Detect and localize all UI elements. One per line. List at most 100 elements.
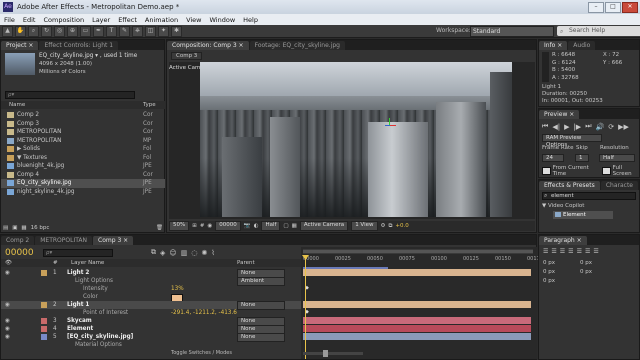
tab-character[interactable]: Characte [600, 181, 638, 190]
property-value[interactable]: 13% [171, 285, 184, 293]
close-button[interactable]: ✕ [622, 2, 638, 13]
eraser-tool-icon[interactable]: ◫ [145, 25, 156, 37]
justify-center-icon[interactable]: ☰ [577, 248, 582, 255]
align-right-icon[interactable]: ☰ [560, 248, 565, 255]
tab-comp-2[interactable]: Comp 2 [1, 236, 35, 245]
light-gizmo-icon[interactable] [384, 118, 396, 130]
timeline-current-time[interactable]: 00000 [5, 248, 34, 258]
project-item[interactable]: EQ_city_skyline.jpg JPE [1, 179, 165, 188]
views-layout-select[interactable]: 1 View [351, 221, 378, 231]
zoom-tool-icon[interactable]: ⌕ [28, 25, 39, 37]
frame-blending-icon[interactable]: ▥ [181, 249, 188, 257]
next-frame-icon[interactable]: |▶ [573, 123, 581, 131]
preview-resolution-select[interactable]: Half [599, 154, 635, 162]
indent-left-field[interactable]: 0 px [543, 260, 555, 266]
trash-icon[interactable]: 🗑 [156, 225, 163, 231]
interpret-footage-icon[interactable]: ▤ [3, 225, 8, 231]
renderer-icon[interactable]: ⚙ [381, 223, 386, 229]
layer-duration-bar[interactable] [303, 325, 531, 332]
resolution-select[interactable]: Half [261, 221, 281, 231]
project-item[interactable]: night_skyline_4k.jpg JPE [1, 188, 165, 197]
col-layer-name[interactable]: Layer Name [71, 260, 104, 266]
roto-brush-tool-icon[interactable]: ✦ [158, 25, 169, 37]
header-name[interactable]: Name [9, 102, 25, 108]
label-color-icon[interactable] [41, 302, 47, 308]
maximize-button[interactable]: □ [605, 2, 621, 13]
label-color-icon[interactable] [41, 270, 47, 276]
property-row[interactable]: Light Options Ambient [1, 277, 301, 286]
col-parent[interactable]: Parent [237, 260, 255, 266]
zoom-select[interactable]: 50% [169, 221, 190, 231]
first-frame-icon[interactable]: ⏮ [542, 122, 548, 131]
tab-audio[interactable]: Audio [568, 41, 596, 50]
menu-file[interactable]: File [0, 16, 19, 24]
effects-category[interactable]: ▼ Video Copilot [542, 203, 584, 209]
ram-preview-options-select[interactable]: RAM Preview Options [542, 134, 602, 148]
visibility-eye-icon[interactable]: ◉ [5, 325, 10, 333]
tab-composition[interactable]: Composition: Comp 3 × [167, 41, 249, 50]
align-left-icon[interactable]: ☰ [543, 248, 548, 255]
view-select[interactable]: Active Camera [299, 221, 349, 231]
camera-orbit-tool-icon[interactable]: ◎ [54, 25, 65, 37]
indent-right-field[interactable]: 0 px [580, 260, 592, 266]
project-item[interactable]: Comp 2 Cor [1, 111, 165, 120]
draft-3d-icon[interactable]: ◈ [160, 249, 165, 257]
menu-effect[interactable]: Effect [114, 16, 141, 24]
layer-duration-bar[interactable] [303, 317, 531, 324]
property-row[interactable]: Point of Interest -291.4, -1211.2, -413.6 [1, 309, 301, 317]
brush-tool-icon[interactable]: ✎ [119, 25, 130, 37]
visibility-eye-icon[interactable]: ◉ [5, 269, 10, 277]
project-item[interactable]: bluenight_4k.jpg JPE [1, 162, 165, 171]
project-item[interactable]: ▶ Solids Fol [1, 145, 165, 154]
header-type[interactable]: Type [143, 102, 156, 108]
property-row[interactable]: Intensity 13% [1, 285, 301, 293]
exposure-value[interactable]: +0.0 [395, 223, 408, 229]
skip-field[interactable]: 1 [575, 154, 589, 162]
layer-row[interactable]: ◉ 4 Element None [1, 325, 301, 334]
menu-layer[interactable]: Layer [88, 16, 114, 24]
transparency-grid-icon[interactable]: ▦ [292, 223, 297, 229]
layer-duration-bar[interactable] [303, 333, 531, 340]
zoom-slider[interactable] [303, 350, 363, 357]
clone-stamp-tool-icon[interactable]: ⎈ [132, 25, 143, 37]
pan-behind-tool-icon[interactable]: ⊕ [67, 25, 78, 37]
bit-depth[interactable]: 16 bpc [31, 225, 50, 231]
type-tool-icon[interactable]: T [106, 25, 117, 37]
new-folder-icon[interactable]: ▣ [12, 225, 17, 231]
puppet-pin-tool-icon[interactable]: ✱ [171, 25, 182, 37]
project-item[interactable]: METROPOLITAN MP [1, 137, 165, 146]
project-item[interactable]: Comp 4 Cor [1, 171, 165, 180]
selection-tool-icon[interactable]: ▲ [2, 25, 13, 37]
menu-animation[interactable]: Animation [141, 16, 182, 24]
property-row[interactable]: Color [1, 293, 301, 302]
grid-icon[interactable]: # [200, 223, 205, 229]
layer-row[interactable]: ◉ 3 Skycam None [1, 317, 301, 326]
shy-icon[interactable]: ☺ [169, 249, 176, 257]
tab-preview[interactable]: Preview × [539, 110, 580, 119]
layer-row[interactable]: ◉ 5 [EQ_city_skyline.jpg] None [1, 333, 301, 342]
rotate-tool-icon[interactable]: ↻ [41, 25, 52, 37]
layer-row[interactable]: ◉ 1 Light 2 None [1, 269, 301, 278]
timeline-search-input[interactable]: ρ▾ [43, 249, 113, 257]
audio-icon[interactable]: 🔊 [596, 123, 605, 131]
first-line-field[interactable]: 0 px [543, 278, 555, 284]
play-icon[interactable]: ▶ [564, 123, 569, 131]
project-item[interactable]: Comp 3 Cor [1, 120, 165, 129]
roi-icon[interactable]: ▢ [283, 223, 288, 229]
justify-right-icon[interactable]: ☰ [585, 248, 590, 255]
menu-help[interactable]: Help [239, 16, 262, 24]
align-center-icon[interactable]: ☰ [551, 248, 556, 255]
rectangle-tool-icon[interactable]: ▭ [80, 25, 91, 37]
visibility-eye-icon[interactable]: ◉ [5, 317, 10, 325]
tab-effects-presets[interactable]: Effects & Presets × [539, 181, 600, 198]
time-ruler[interactable]: 00000 00025 00050 00075 00100 00125 00150 00175 [303, 256, 543, 266]
last-frame-icon[interactable]: ⏭ [585, 122, 591, 131]
pen-tool-icon[interactable]: ✒ [93, 25, 104, 37]
menu-view[interactable]: View [182, 16, 205, 24]
frame-rate-select[interactable]: 24 [542, 154, 564, 162]
fit-icon[interactable]: ⊞ [192, 223, 197, 229]
property-value[interactable]: -291.4, -1211.2, -413.6 [171, 309, 237, 317]
city-skyline-render[interactable] [200, 62, 512, 217]
search-help-input[interactable]: Search Help [557, 26, 640, 36]
effect-item-element[interactable]: Element [553, 211, 613, 219]
